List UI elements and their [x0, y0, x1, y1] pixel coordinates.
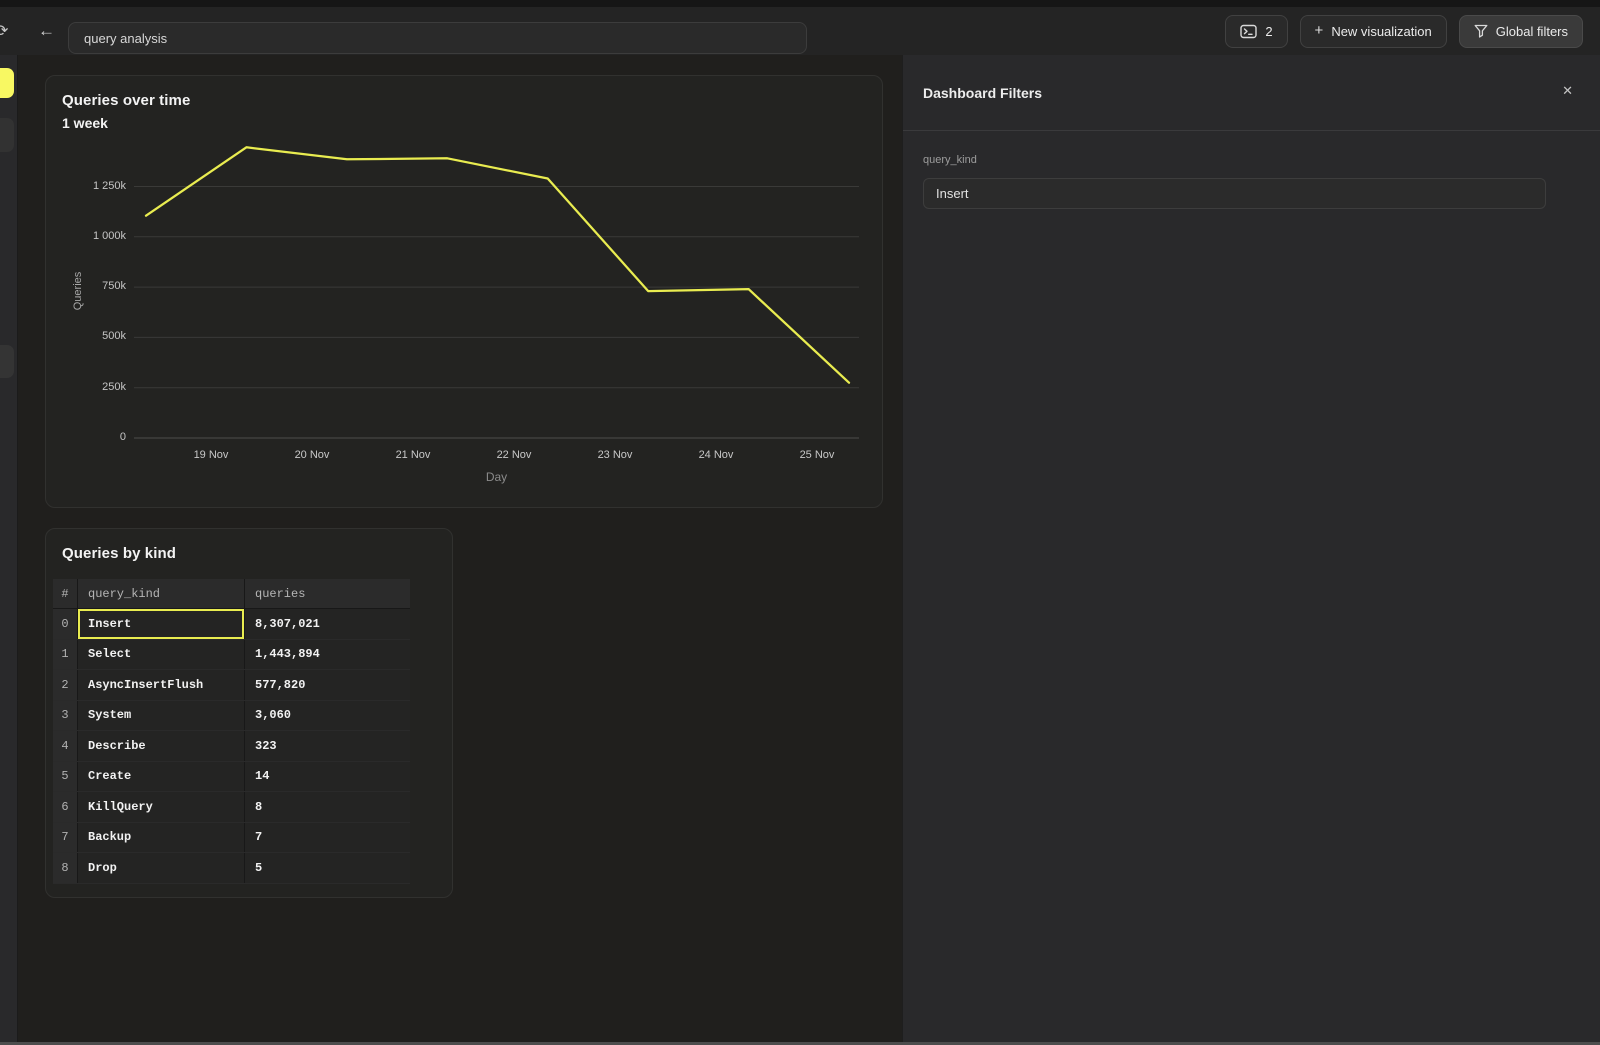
table-row: 2AsyncInsertFlush577,820: [53, 670, 410, 701]
dashboard-filters-panel: Dashboard Filters ✕ query_kind: [902, 55, 1600, 1045]
table-body: 0Insert8,307,0211Select1,443,8942AsyncIn…: [53, 609, 410, 884]
table-row: 1Select1,443,894: [53, 640, 410, 671]
queries-value-cell[interactable]: 3,060: [245, 701, 410, 731]
y-tick-label: 500k: [62, 330, 126, 342]
y-axis-tick-labels: 0250k500k750k1 000k1 250k: [62, 136, 126, 438]
left-sidebar: [0, 55, 18, 1045]
x-tick-label: 25 Nov: [782, 449, 852, 461]
row-index-cell: 0: [53, 609, 78, 639]
row-index-cell: 1: [53, 640, 78, 670]
new-visualization-button[interactable]: + New visualization: [1300, 15, 1447, 48]
filters-panel-header: Dashboard Filters ✕: [903, 55, 1600, 131]
queries-over-time-card: Queries over time 1 week Queries 0250k50…: [45, 75, 883, 508]
x-tick-label: 19 Nov: [176, 449, 246, 461]
back-button[interactable]: ←: [38, 7, 55, 55]
row-index-cell: 3: [53, 701, 78, 731]
table-row: 7Backup7: [53, 823, 410, 854]
topbar: ⟳ ← 2 + New visualization Global filters: [0, 7, 1600, 55]
row-index-cell: 8: [53, 853, 78, 883]
table-row: 4Describe323: [53, 731, 410, 762]
x-tick-label: 20 Nov: [277, 449, 347, 461]
query-kind-cell-selected[interactable]: Insert: [78, 609, 245, 639]
line-chart-plot-area[interactable]: [134, 136, 859, 438]
query-kind-cell[interactable]: Create: [78, 762, 245, 792]
x-axis-tick-labels: 19 Nov 20 Nov 21 Nov 22 Nov 23 Nov 24 Nov 25 N…: [134, 449, 859, 465]
plus-icon: +: [1315, 22, 1324, 39]
x-tick-label: 22 Nov: [479, 449, 549, 461]
sidebar-item-1[interactable]: [0, 118, 14, 152]
refresh-icon[interactable]: ⟳: [0, 7, 8, 55]
query-kind-filter-input[interactable]: [923, 178, 1546, 209]
new-visualization-label: New visualization: [1331, 24, 1431, 39]
global-filters-label: Global filters: [1496, 24, 1568, 39]
filter-field-label: query_kind: [923, 154, 977, 166]
chart-title: Queries over time: [62, 92, 190, 109]
tab-count: 2: [1265, 24, 1272, 39]
queries-value-cell[interactable]: 323: [245, 731, 410, 761]
query-kind-cell[interactable]: AsyncInsertFlush: [78, 670, 245, 700]
row-index-cell: 2: [53, 670, 78, 700]
table-title: Queries by kind: [62, 545, 176, 562]
queries-value-cell[interactable]: 7: [245, 823, 410, 853]
table-header-row: #query_kindqueries: [53, 579, 410, 609]
dashboard-canvas: Queries over time 1 week Queries 0250k50…: [18, 55, 902, 1045]
table-row: 6KillQuery8: [53, 792, 410, 823]
line-chart: Queries 0250k500k750k1 000k1 250k 19 Nov…: [62, 136, 859, 496]
y-tick-label: 750k: [62, 280, 126, 292]
sidebar-item-active[interactable]: [0, 68, 14, 98]
x-axis-title: Day: [134, 470, 859, 484]
window-top-edge: [0, 0, 1600, 7]
close-icon[interactable]: ✕: [1562, 84, 1573, 97]
table-row: 5Create14: [53, 762, 410, 793]
queries-value-cell[interactable]: 1,443,894: [245, 640, 410, 670]
row-index-cell: 6: [53, 792, 78, 822]
x-tick-label: 24 Nov: [681, 449, 751, 461]
query-kind-cell[interactable]: Backup: [78, 823, 245, 853]
console-tab-count-button[interactable]: 2: [1225, 15, 1287, 48]
filters-panel-title: Dashboard Filters: [923, 85, 1042, 101]
query-kind-cell[interactable]: KillQuery: [78, 792, 245, 822]
x-tick-label: 21 Nov: [378, 449, 448, 461]
queries-by-kind-card: Queries by kind #query_kindqueries 0Inse…: [45, 528, 453, 898]
column-header-queries: queries: [245, 579, 410, 608]
column-header-index: #: [53, 579, 78, 608]
global-filters-button[interactable]: Global filters: [1459, 15, 1583, 48]
terminal-icon: [1240, 24, 1257, 39]
row-index-cell: 4: [53, 731, 78, 761]
y-tick-label: 1 000k: [62, 230, 126, 242]
sidebar-item-2[interactable]: [0, 345, 14, 378]
query-kind-cell[interactable]: Drop: [78, 853, 245, 883]
queries-value-cell[interactable]: 5: [245, 853, 410, 883]
y-tick-label: 1 250k: [62, 180, 126, 192]
table-row: 3System3,060: [53, 701, 410, 732]
query-kind-cell[interactable]: Select: [78, 640, 245, 670]
row-index-cell: 7: [53, 823, 78, 853]
column-header-query_kind: query_kind: [78, 579, 245, 608]
queries-value-cell[interactable]: 8,307,021: [245, 609, 410, 639]
funnel-icon: [1474, 24, 1488, 38]
y-tick-label: 250k: [62, 381, 126, 393]
queries-value-cell[interactable]: 8: [245, 792, 410, 822]
table-row: 8Drop5: [53, 853, 410, 884]
table-row: 0Insert8,307,021: [53, 609, 410, 640]
queries-line-series: [146, 147, 849, 382]
back-arrow-icon: ←: [38, 21, 55, 41]
dashboard-title-input[interactable]: [68, 22, 807, 54]
query-kind-cell[interactable]: Describe: [78, 731, 245, 761]
queries-value-cell[interactable]: 14: [245, 762, 410, 792]
x-tick-label: 23 Nov: [580, 449, 650, 461]
y-tick-label: 0: [62, 431, 126, 443]
chart-subtitle: 1 week: [62, 115, 108, 131]
topbar-actions: 2 + New visualization Global filters: [1225, 7, 1583, 55]
queries-by-kind-table: #query_kindqueries 0Insert8,307,0211Sele…: [53, 579, 410, 884]
row-index-cell: 5: [53, 762, 78, 792]
query-kind-cell[interactable]: System: [78, 701, 245, 731]
queries-value-cell[interactable]: 577,820: [245, 670, 410, 700]
refresh-glyph: ⟳: [0, 21, 8, 41]
